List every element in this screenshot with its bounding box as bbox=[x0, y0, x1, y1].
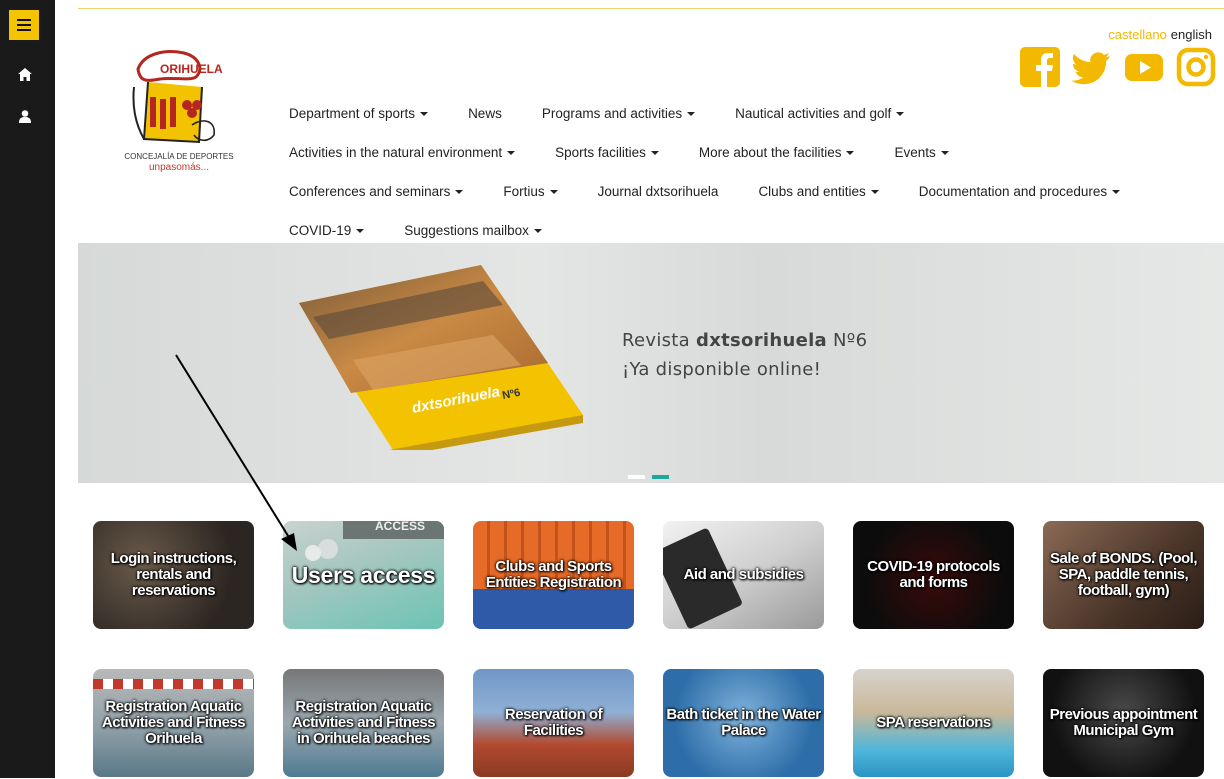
access-sign-text: ACCESS bbox=[375, 521, 425, 533]
tile-label: Registration Aquatic Activities and Fitn… bbox=[291, 698, 436, 747]
tile-label: Previous appointment Municipal Gym bbox=[1049, 706, 1198, 739]
tile-registration-aquatic-beaches[interactable]: Registration Aquatic Activities and Fitn… bbox=[283, 669, 444, 777]
caret-down-icon bbox=[420, 112, 429, 117]
tile-reservation-of-facilities[interactable]: Reservation of Facilities bbox=[473, 669, 634, 777]
nav-news[interactable]: News bbox=[468, 106, 502, 121]
nav-row: Conferences and seminars Fortius Journal… bbox=[289, 172, 1189, 211]
nav-row: Activities in the natural environment Sp… bbox=[289, 133, 1189, 172]
tile-clubs-registration[interactable]: Clubs and Sports Entities Registration bbox=[473, 521, 634, 629]
tile-label: Registration Aquatic Activities and Fitn… bbox=[101, 698, 246, 747]
nav-fortius[interactable]: Fortius bbox=[503, 184, 558, 199]
magazine-cover: dxtsorihuela Nº6 bbox=[299, 265, 583, 450]
nav-nautical-activities-and-golf[interactable]: Nautical activities and golf bbox=[735, 106, 905, 121]
caret-down-icon bbox=[507, 151, 516, 156]
language-switch: castellano english bbox=[1108, 27, 1212, 42]
page: ORIHUELA CONCEJALÍA DE DEPORTES unpasomá… bbox=[78, 8, 1224, 778]
tile-previous-appointment-gym[interactable]: Previous appointment Municipal Gym bbox=[1043, 669, 1204, 777]
tile-label: Bath ticket in the Water Palace bbox=[666, 706, 821, 739]
nav-clubs-and-entities[interactable]: Clubs and entities bbox=[758, 184, 879, 199]
caret-down-icon bbox=[896, 112, 905, 117]
nav-conferences-and-seminars[interactable]: Conferences and seminars bbox=[289, 184, 464, 199]
menu-icon[interactable] bbox=[9, 10, 39, 40]
pool-flags bbox=[93, 679, 254, 689]
lang-castellano[interactable]: castellano bbox=[1108, 27, 1167, 42]
tile-bath-ticket[interactable]: Bath ticket in the Water Palace bbox=[663, 669, 824, 777]
tile-aid-and-subsidies[interactable]: Aid and subsidies bbox=[663, 521, 824, 629]
slider-dots bbox=[628, 475, 669, 479]
nav-covid-19[interactable]: COVID-19 bbox=[289, 223, 365, 238]
caret-down-icon bbox=[687, 112, 696, 117]
tile-label: Aid and subsidies bbox=[683, 566, 804, 583]
slider-dot-active[interactable] bbox=[652, 475, 669, 479]
caret-down-icon bbox=[846, 151, 855, 156]
tile-label: Reservation of Facilities bbox=[504, 706, 603, 739]
logo-line1: CONCEJALÍA DE DEPORTES bbox=[124, 152, 233, 161]
youtube-icon[interactable] bbox=[1124, 47, 1164, 87]
instagram-icon[interactable] bbox=[1176, 47, 1216, 87]
caret-down-icon bbox=[650, 151, 659, 156]
tile-spa-reservations[interactable]: SPA reservations bbox=[853, 669, 1014, 777]
tile-label: SPA reservations bbox=[876, 714, 991, 731]
tile-label: Sale of BONDS. (Pool, SPA, paddle tennis… bbox=[1049, 550, 1198, 599]
main-nav: Department of sports News Programs and a… bbox=[289, 94, 1189, 250]
nav-row: Department of sports News Programs and a… bbox=[289, 94, 1189, 133]
caret-down-icon bbox=[549, 190, 558, 195]
facebook-icon[interactable] bbox=[1020, 47, 1060, 87]
nav-programs-and-activities[interactable]: Programs and activities bbox=[542, 106, 696, 121]
nav-events[interactable]: Events bbox=[894, 145, 949, 160]
nav-suggestions-mailbox[interactable]: Suggestions mailbox bbox=[404, 223, 542, 238]
nav-sports-facilities[interactable]: Sports facilities bbox=[555, 145, 659, 160]
tile-label: COVID-19 protocols and forms bbox=[867, 558, 1000, 591]
tile-label: Login instructions, rentals and reservat… bbox=[110, 550, 237, 599]
caret-down-icon bbox=[940, 151, 949, 156]
slider-dot[interactable] bbox=[628, 475, 645, 479]
nav-documentation-and-procedures[interactable]: Documentation and procedures bbox=[919, 184, 1121, 199]
banner-line1: Revista dxtsorihuela Nº6 bbox=[622, 330, 868, 351]
caret-down-icon bbox=[356, 229, 365, 234]
nav-department-of-sports[interactable]: Department of sports bbox=[289, 106, 429, 121]
seats-blue bbox=[473, 589, 634, 629]
banner-line2: ¡Ya disponible online! bbox=[622, 359, 822, 380]
tile-label: Clubs and Sports Entities Registration bbox=[485, 558, 622, 591]
tile-covid-protocols[interactable]: COVID-19 protocols and forms bbox=[853, 521, 1014, 629]
tile-login-instructions[interactable]: Login instructions, rentals and reservat… bbox=[93, 521, 254, 629]
banner-headline: Revista dxtsorihuela Nº6 ¡Ya disponible … bbox=[622, 326, 867, 384]
twitter-icon[interactable] bbox=[1072, 47, 1112, 87]
logo-title: ORIHUELA bbox=[160, 62, 223, 76]
caret-down-icon bbox=[533, 229, 542, 234]
caret-down-icon bbox=[455, 190, 464, 195]
hero-slider[interactable]: dxtsorihuela Nº6 Revista dxtsorihuela Nº… bbox=[78, 243, 1224, 483]
nav-more-about-facilities[interactable]: More about the facilities bbox=[699, 145, 855, 160]
nav-natural-environment[interactable]: Activities in the natural environment bbox=[289, 145, 516, 160]
tile-registration-aquatic-orihuela[interactable]: Registration Aquatic Activities and Fitn… bbox=[93, 669, 254, 777]
tile-label: Users access bbox=[291, 562, 436, 588]
caret-down-icon bbox=[870, 190, 879, 195]
user-icon[interactable] bbox=[13, 104, 37, 128]
nav-journal[interactable]: Journal dxtsorihuela bbox=[598, 184, 719, 199]
home-icon[interactable] bbox=[13, 62, 37, 86]
caret-down-icon bbox=[1112, 190, 1121, 195]
tile-sale-of-bonds[interactable]: Sale of BONDS. (Pool, SPA, paddle tennis… bbox=[1043, 521, 1204, 629]
logo-line2: unpasomás... bbox=[149, 162, 209, 173]
lang-english[interactable]: english bbox=[1171, 27, 1212, 42]
social-links bbox=[1020, 47, 1216, 87]
sidebar bbox=[0, 0, 55, 778]
tile-users-access[interactable]: ACCESS Users access bbox=[283, 521, 444, 629]
site-logo[interactable]: ORIHUELA CONCEJALÍA DE DEPORTES unpasomá… bbox=[104, 47, 254, 182]
